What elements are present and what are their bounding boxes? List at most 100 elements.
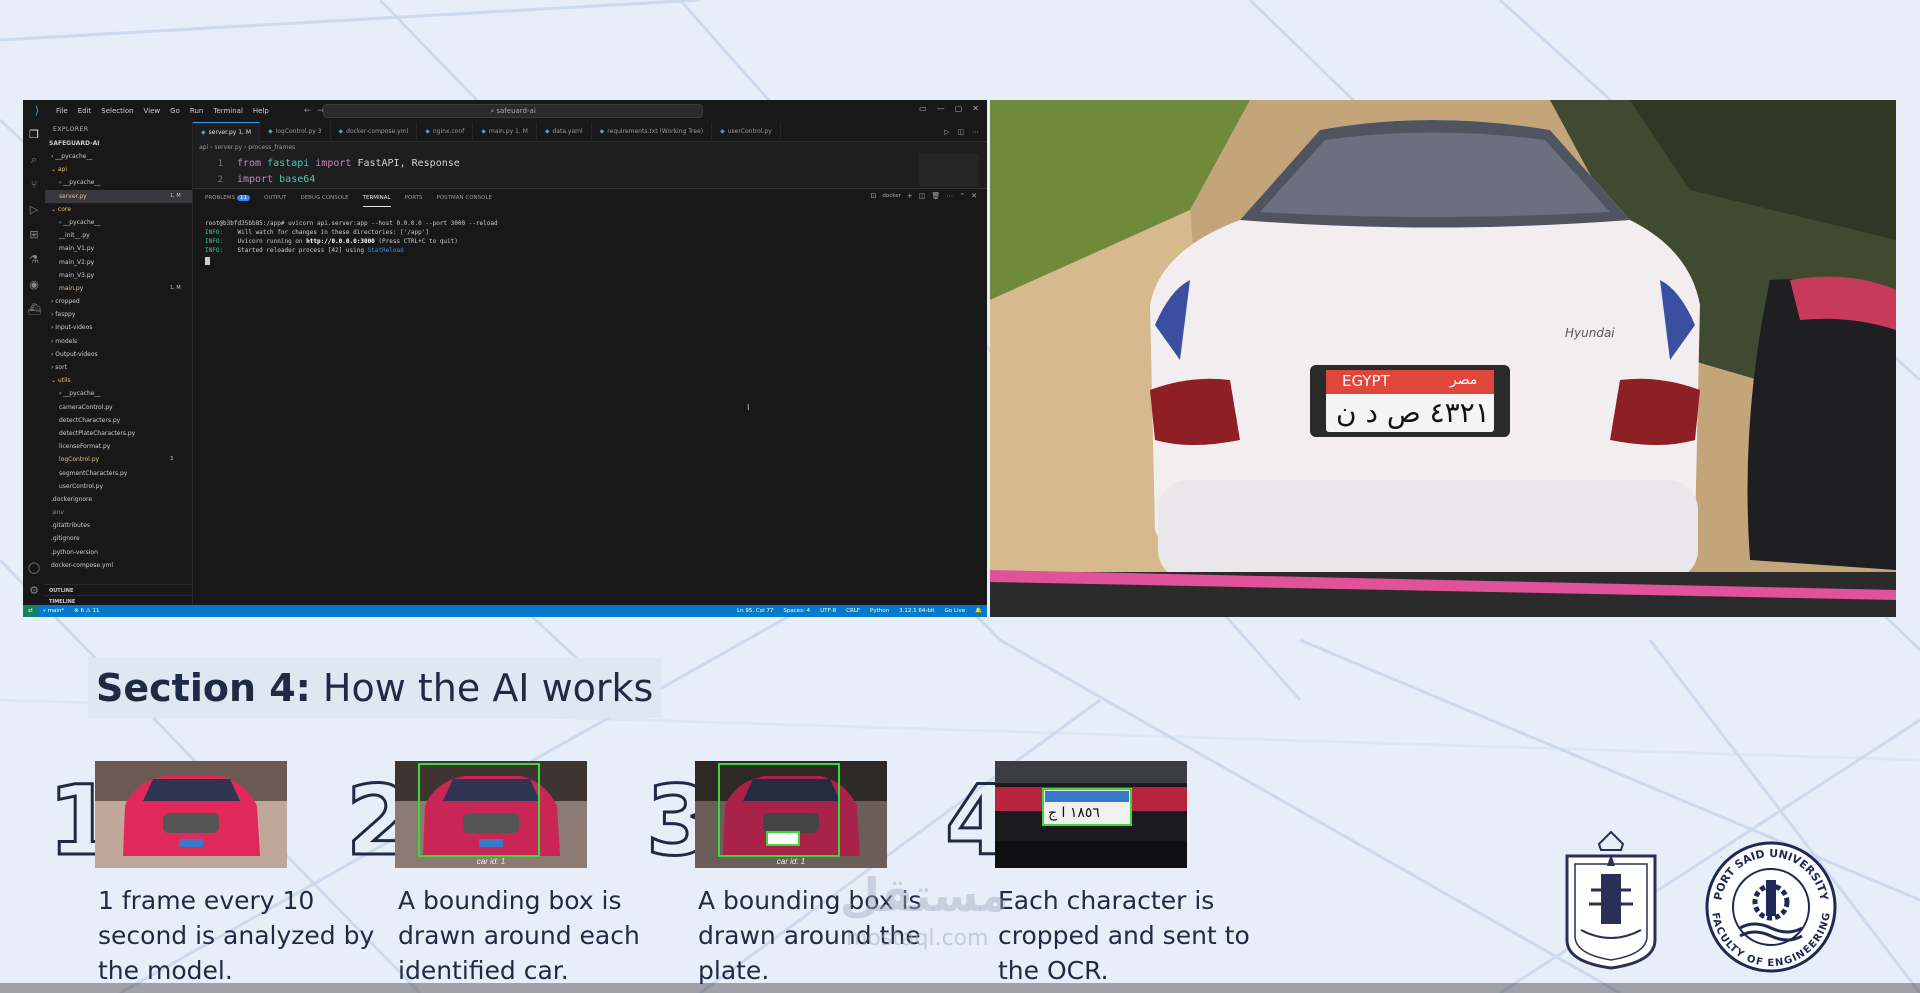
- close-panel-icon[interactable]: ✕: [971, 192, 977, 201]
- file-tree-item[interactable]: ⌄ utils: [45, 374, 192, 387]
- file-tree-item[interactable]: cameraControl.py: [45, 401, 192, 414]
- file-tree-item[interactable]: › fasppy: [45, 308, 192, 321]
- tab-output[interactable]: OUTPUT: [264, 189, 286, 207]
- file-tree-item[interactable]: __init__.py: [45, 229, 192, 242]
- eol[interactable]: CRLF: [841, 605, 865, 617]
- file-tree-item[interactable]: main.py 1, M: [45, 282, 192, 295]
- terminal-shell-icon[interactable]: ⊡: [870, 192, 876, 201]
- editor-tab[interactable]: ◆ requirements.txt (Working Tree): [592, 122, 713, 142]
- command-center-search[interactable]: ⌕ safeuard-ai: [323, 104, 703, 118]
- layout-toggle-icon[interactable]: ▭: [919, 104, 927, 113]
- go-live-button[interactable]: Go Live: [940, 605, 971, 617]
- more-actions-icon[interactable]: ⋯: [972, 122, 979, 141]
- file-tree-item[interactable]: › __pycache__: [45, 150, 192, 163]
- video-player-bar[interactable]: [0, 983, 1920, 993]
- file-tree-item[interactable]: main_V1.py: [45, 242, 192, 255]
- indentation[interactable]: Spaces: 4: [778, 605, 815, 617]
- kill-terminal-icon[interactable]: 🗑: [931, 192, 940, 201]
- run-debug-icon[interactable]: ▷: [28, 203, 41, 216]
- server-url-link[interactable]: http://0.0.0.0:3000: [306, 238, 375, 245]
- problems-status[interactable]: ⊗ 6 ⚠ 11: [69, 605, 104, 617]
- breadcrumb[interactable]: api › server.py › process_frames: [199, 144, 295, 154]
- editor-tab[interactable]: ◆ main.py 1, M: [473, 122, 537, 142]
- maximize-icon[interactable]: ▢: [955, 104, 963, 113]
- split-editor-icon[interactable]: ◫: [957, 122, 964, 141]
- file-tree-item[interactable]: detectPlateCharacters.py: [45, 427, 192, 440]
- encoding[interactable]: UTF-8: [815, 605, 841, 617]
- editor-tab[interactable]: ◆ userControl.py: [712, 122, 781, 142]
- project-root[interactable]: SAFEGUARD-AI: [45, 138, 192, 150]
- menu-selection[interactable]: Selection: [96, 107, 138, 115]
- file-tree-item[interactable]: docker-compose.yml: [45, 559, 192, 572]
- file-tree-item-label: ⌄ core: [51, 205, 71, 213]
- minimap[interactable]: [919, 154, 979, 186]
- file-tree-item[interactable]: ⌄ core: [45, 203, 192, 216]
- cursor-position[interactable]: Ln 95, Col 77: [732, 605, 778, 617]
- tab-ports[interactable]: PORTS: [405, 189, 423, 207]
- file-tree-item[interactable]: main_V2.py: [45, 256, 192, 269]
- file-tree-item[interactable]: ⌄ api: [45, 163, 192, 176]
- account-icon[interactable]: ◯: [28, 561, 41, 574]
- file-tree-item[interactable]: userControl.py: [45, 480, 192, 493]
- file-tree-item[interactable]: .gitattributes: [45, 519, 192, 532]
- more-icon[interactable]: ⋯: [946, 192, 953, 201]
- docker-icon[interactable]: ⛴: [28, 303, 42, 316]
- menu-file[interactable]: File: [51, 107, 73, 115]
- file-tree-item[interactable]: logControl.py 3: [45, 453, 192, 466]
- file-tree-item[interactable]: › __pycache__: [45, 387, 192, 400]
- file-tree-item[interactable]: › Input-videos: [45, 321, 192, 334]
- testing-icon[interactable]: ⚗: [28, 253, 41, 266]
- menu-edit[interactable]: Edit: [73, 107, 97, 115]
- file-tree-item[interactable]: detectCharacters.py: [45, 414, 192, 427]
- file-tree-item[interactable]: › Output-videos: [45, 348, 192, 361]
- remote-indicator-icon[interactable]: ⇄: [23, 605, 38, 617]
- editor-tab[interactable]: ◆ docker-compose.yml: [331, 122, 418, 142]
- source-control-icon[interactable]: ⑂: [28, 178, 41, 191]
- file-tree-item[interactable]: › __pycache__: [45, 176, 192, 189]
- file-tree-item[interactable]: licenseFormat.py: [45, 440, 192, 453]
- code-editor[interactable]: 1 from fastapi import FastAPI, Response 2…: [199, 156, 460, 188]
- file-tree-item[interactable]: segmentCharacters.py: [45, 467, 192, 480]
- python-interpreter[interactable]: 3.12.1 64-bit: [894, 605, 939, 617]
- tab-debug-console[interactable]: DEBUG CONSOLE: [300, 189, 348, 207]
- editor-tab[interactable]: ◆ server.py 1, M: [193, 122, 261, 142]
- back-forward-arrows-icon[interactable]: ← →: [304, 106, 325, 116]
- search-icon[interactable]: ⌕: [28, 153, 41, 166]
- close-window-icon[interactable]: ✕: [972, 104, 979, 113]
- menu-run[interactable]: Run: [185, 107, 208, 115]
- branch-status[interactable]: ⑂ main*: [38, 605, 70, 617]
- language-mode[interactable]: Python: [865, 605, 894, 617]
- run-file-icon[interactable]: ▷: [944, 122, 949, 141]
- maximize-panel-icon[interactable]: ⌃: [959, 192, 965, 201]
- editor-tab[interactable]: ◆ logControl.py 3: [260, 122, 331, 142]
- file-tree-item[interactable]: .gitignore: [45, 532, 192, 545]
- minimize-icon[interactable]: —: [937, 104, 945, 113]
- terminal-shell-label[interactable]: docker: [882, 192, 901, 201]
- file-tree-item[interactable]: .env: [45, 506, 192, 519]
- terminal-output[interactable]: root@b3bfd35bb85:/app# uvicorn api.serve…: [205, 219, 498, 265]
- explorer-icon[interactable]: ❐: [28, 128, 41, 141]
- tab-terminal[interactable]: TERMINAL: [362, 189, 391, 207]
- tab-postman-console[interactable]: POSTMAN CONSOLE: [437, 189, 493, 207]
- file-tree-item[interactable]: › sort: [45, 361, 192, 374]
- remote-explorer-icon[interactable]: ◉: [28, 278, 41, 291]
- split-terminal-icon[interactable]: ◫: [919, 192, 926, 201]
- file-tree-item[interactable]: server.py 1, M: [45, 189, 192, 203]
- notifications-icon[interactable]: 🔔: [970, 605, 987, 617]
- new-terminal-icon[interactable]: +: [907, 192, 913, 201]
- file-tree-item[interactable]: › cropped: [45, 295, 192, 308]
- editor-tab[interactable]: ◆ nginx.conf: [417, 122, 474, 142]
- editor-tab[interactable]: ◆ data.yaml: [537, 122, 592, 142]
- extensions-icon[interactable]: ⊞: [28, 228, 41, 241]
- file-tree-item[interactable]: › models: [45, 335, 192, 348]
- settings-gear-icon[interactable]: ⚙: [28, 584, 41, 597]
- menu-view[interactable]: View: [139, 107, 166, 115]
- file-tree-item[interactable]: › __pycache__: [45, 216, 192, 229]
- menu-terminal[interactable]: Terminal: [208, 107, 248, 115]
- menu-help[interactable]: Help: [248, 107, 274, 115]
- file-tree-item[interactable]: .python-version: [45, 546, 192, 559]
- tab-problems[interactable]: PROBLEMS 11: [205, 189, 251, 207]
- file-tree-item[interactable]: main_V3.py: [45, 269, 192, 282]
- file-tree-item[interactable]: .dockerignore: [45, 493, 192, 506]
- menu-go[interactable]: Go: [165, 107, 185, 115]
